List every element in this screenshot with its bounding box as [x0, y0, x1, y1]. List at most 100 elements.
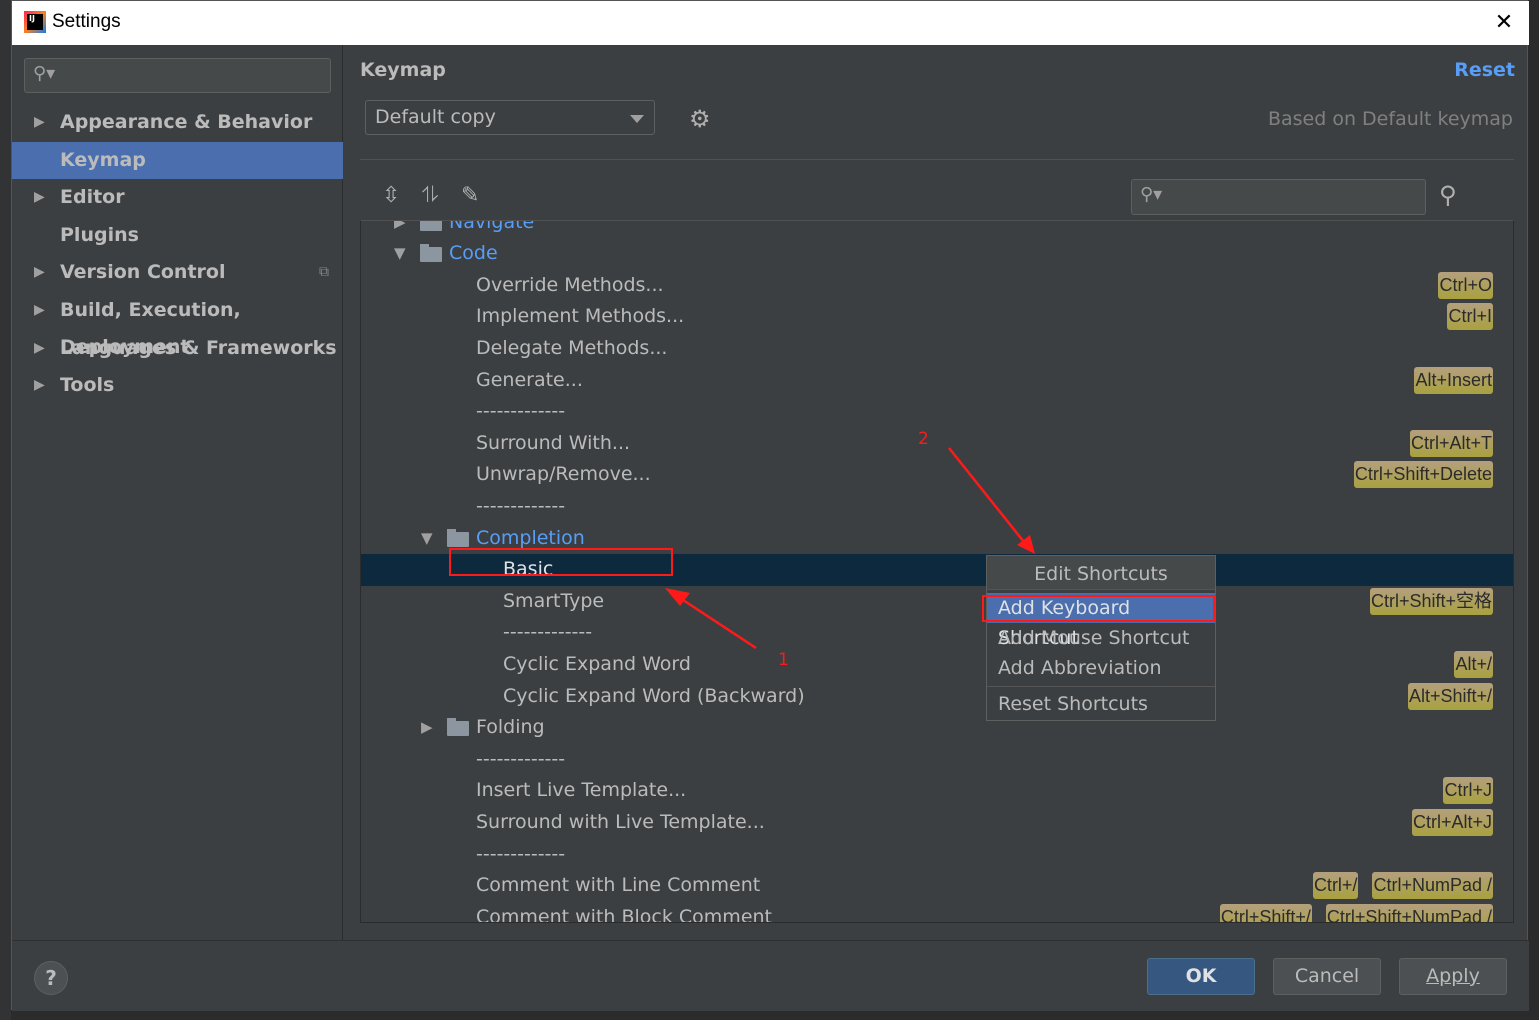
- sidebar-item-keymap[interactable]: Keymap: [12, 141, 343, 179]
- chevron-down-icon: [630, 115, 644, 123]
- tree-item[interactable]: Implement Methods... Ctrl+I: [361, 301, 1513, 333]
- sidebar-item-label: Plugins: [60, 223, 139, 246]
- based-on-text: Based on Default keymap: [1267, 108, 1513, 130]
- popup-title: Edit Shortcuts: [987, 556, 1215, 589]
- popup-item-add-abbreviation[interactable]: Add Abbreviation: [987, 653, 1215, 683]
- tree-item[interactable]: Delegate Methods...: [361, 333, 1513, 365]
- settings-search-input[interactable]: ⚲▾: [24, 58, 331, 93]
- tree-item-label: -------------: [503, 621, 593, 644]
- settings-dialog: IJ Settings ✕ ⚲▾ ▶ Appearance & Behavior K…: [11, 0, 1529, 1011]
- tree-folder[interactable]: ▶ Navigate: [361, 221, 1513, 238]
- shortcut-list: Ctrl+Shift+/ Ctrl+Shift+NumPad /: [1219, 903, 1493, 922]
- expand-arrow-icon: ▶: [34, 114, 45, 130]
- popup-item-add-mouse-shortcut[interactable]: Add Mouse Shortcut: [987, 623, 1215, 653]
- popup-item-add-keyboard-shortcut[interactable]: Add Keyboard Shortcut: [987, 593, 1215, 649]
- cancel-button[interactable]: Cancel: [1273, 958, 1381, 995]
- expand-all-icon[interactable]: ⇳: [382, 183, 400, 208]
- tree-item-label: -------------: [476, 842, 566, 865]
- tree-item[interactable]: Generate... Alt+Insert: [361, 365, 1513, 397]
- close-button[interactable]: ✕: [1490, 9, 1518, 37]
- search-icon: ⚲▾: [33, 63, 56, 84]
- tree-item[interactable]: -------------: [361, 839, 1513, 871]
- help-button[interactable]: ?: [34, 961, 68, 995]
- shortcut-badge: Alt+/: [1454, 650, 1493, 678]
- keymap-select[interactable]: Default copy: [365, 100, 655, 135]
- shortcut-badge: Ctrl+/: [1312, 872, 1359, 900]
- sidebar-item-appearance-behavior[interactable]: ▶ Appearance & Behavior: [12, 104, 343, 141]
- tree-item-label: Folding: [476, 716, 545, 739]
- gear-icon[interactable]: ⚙: [689, 105, 711, 133]
- tree-item[interactable]: Surround with Live Template... Ctrl+Alt+J: [361, 807, 1513, 839]
- folder-icon: [447, 528, 469, 547]
- expanded-arrow-icon[interactable]: ▼: [394, 238, 406, 270]
- tree-item[interactable]: -------------: [361, 491, 1513, 523]
- shortcut-list: Ctrl+O: [1438, 271, 1493, 299]
- tree-item-label: Code: [449, 242, 498, 265]
- tree-item[interactable]: Surround With... Ctrl+Alt+T: [361, 428, 1513, 460]
- sidebar-item-label: Tools: [60, 374, 115, 397]
- tree-item-label: SmartType: [503, 589, 605, 612]
- annotation-label-2: 2: [918, 429, 929, 449]
- tree-item-label: Comment with Block Comment: [476, 905, 772, 923]
- search-icon: ⚲▾: [1140, 184, 1163, 205]
- tree-item-label: Basic: [503, 558, 554, 581]
- tree-folder[interactable]: ▼ Code: [361, 238, 1513, 270]
- page-title: Keymap: [360, 59, 446, 81]
- expand-arrow-icon: ▶: [34, 339, 45, 356]
- tree-item[interactable]: -------------: [361, 744, 1513, 776]
- tree-item[interactable]: Cyclic Expand Word Alt+/: [361, 649, 1513, 681]
- shortcut-list: Ctrl+Shift+空格: [1369, 587, 1493, 615]
- popup-separator: [987, 589, 1215, 590]
- shortcut-list: Ctrl+Shift+Delete: [1353, 461, 1493, 489]
- tree-item-label: Surround With...: [476, 431, 631, 454]
- divider: [360, 159, 1514, 160]
- shortcut-list: Ctrl+Alt+T: [1409, 429, 1493, 457]
- shortcut-badge: Ctrl+J: [1443, 777, 1493, 805]
- shortcut-list: Ctrl+J: [1443, 777, 1493, 805]
- sidebar-item-build-execution-deployment[interactable]: ▶ Build, Execution, Deployment: [12, 292, 343, 358]
- keymap-select-value: Default copy: [375, 106, 496, 128]
- tree-item[interactable]: -------------: [361, 396, 1513, 428]
- collapse-all-icon[interactable]: ⥮: [422, 183, 438, 208]
- sidebar-item-label: Languages & Frameworks: [60, 336, 337, 359]
- tree-folder[interactable]: ▶ Folding: [361, 712, 1513, 744]
- tree-item[interactable]: Insert Live Template... Ctrl+J: [361, 775, 1513, 807]
- expanded-arrow-icon[interactable]: ▼: [421, 523, 433, 555]
- action-search-input[interactable]: ⚲▾: [1131, 179, 1426, 215]
- shortcut-list: Ctrl+I: [1447, 303, 1493, 331]
- tree-item[interactable]: Comment with Block Comment Ctrl+Shift+/Ct…: [361, 902, 1513, 923]
- sidebar-item-editor[interactable]: ▶ Editor: [12, 179, 343, 216]
- keymap-tree: ▶ Navigate ▼ Code Override Methods... Ctrl+O I…: [360, 220, 1514, 923]
- ok-button[interactable]: OK: [1147, 958, 1255, 995]
- tree-item-label: Insert Live Template...: [476, 779, 687, 802]
- tree-item[interactable]: Comment with Line Comment Ctrl+/ Ctrl+NumP…: [361, 870, 1513, 902]
- tree-item[interactable]: Cyclic Expand Word (Backward) Alt+Shift+/: [361, 681, 1513, 713]
- tree-item[interactable]: Override Methods... Ctrl+O: [361, 270, 1513, 302]
- tree-item[interactable]: -------------: [361, 617, 1513, 649]
- shortcut-badge: Ctrl+Alt+J: [1411, 808, 1493, 836]
- apply-button[interactable]: Apply: [1399, 958, 1507, 995]
- shortcut-badge: Ctrl+Shift+空格: [1369, 587, 1493, 615]
- sidebar-item-plugins[interactable]: Plugins: [12, 217, 343, 254]
- tree-item-label: Generate...: [476, 368, 583, 391]
- find-by-shortcut-icon[interactable]: ⚲: [1439, 181, 1457, 209]
- shortcut-list: Alt+Shift+/: [1407, 682, 1493, 710]
- sidebar-item-languages-frameworks[interactable]: ▶ Languages & Frameworks: [12, 330, 343, 367]
- tree-item[interactable]: SmartType Ctrl+Shift+空格: [361, 586, 1513, 618]
- intellij-logo-icon: IJ: [24, 11, 46, 33]
- folder-icon: [447, 718, 469, 737]
- tree-item[interactable]: Unwrap/Remove... Ctrl+Shift+Delete: [361, 459, 1513, 491]
- popup-item-reset-shortcuts[interactable]: Reset Shortcuts: [987, 689, 1215, 719]
- expand-arrow-icon: ▶: [34, 264, 45, 281]
- edit-pencil-icon[interactable]: ✎: [461, 183, 479, 208]
- collapsed-arrow-icon[interactable]: ▶: [394, 221, 406, 238]
- collapsed-arrow-icon[interactable]: ▶: [421, 712, 433, 744]
- tree-item[interactable]: Basic: [361, 554, 1513, 586]
- tree-folder[interactable]: ▼ Completion: [361, 523, 1513, 555]
- expand-arrow-icon: ▶: [34, 189, 45, 206]
- sidebar-item-version-control[interactable]: ▶ Version Control ⧉: [12, 254, 343, 291]
- shortcut-badge: Ctrl+O: [1438, 271, 1493, 299]
- tree-item-label: -------------: [476, 747, 566, 770]
- reset-link[interactable]: Reset: [1454, 59, 1515, 81]
- sidebar-item-tools[interactable]: ▶ Tools: [12, 367, 343, 404]
